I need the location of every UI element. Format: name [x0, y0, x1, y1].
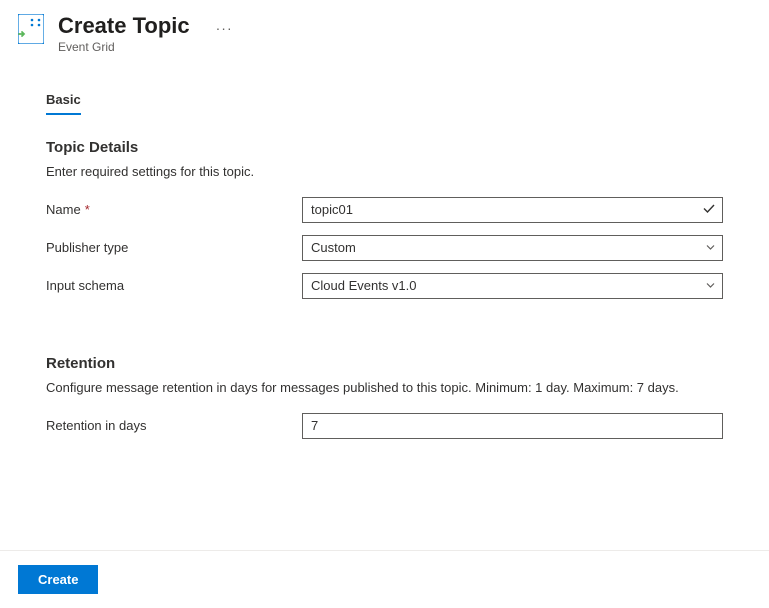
topic-details-heading: Topic Details [46, 139, 723, 156]
page-subtitle: Event Grid [58, 40, 190, 54]
name-label-text: Name [46, 202, 81, 217]
name-label: Name * [46, 202, 302, 217]
name-input[interactable] [302, 197, 723, 223]
retention-description: Configure message retention in days for … [46, 380, 723, 395]
row-name: Name * [46, 197, 723, 223]
more-icon[interactable]: ··· [216, 20, 233, 36]
input-schema-select[interactable]: Cloud Events v1.0 [302, 273, 723, 299]
required-indicator: * [85, 202, 90, 217]
check-icon [702, 201, 716, 218]
footer-bar: Create [0, 550, 769, 608]
retention-days-label: Retention in days [46, 418, 302, 433]
topic-details-description: Enter required settings for this topic. [46, 164, 723, 179]
section-retention: Retention Configure message retention in… [46, 355, 723, 439]
row-publisher-type: Publisher type Custom [46, 235, 723, 261]
retention-days-input[interactable] [302, 413, 723, 439]
page-title: Create Topic [58, 12, 190, 40]
tabs-bar: Basic [0, 92, 769, 115]
create-button[interactable]: Create [18, 565, 98, 594]
header-text-block: Create Topic Event Grid [58, 12, 190, 54]
form-content: Topic Details Enter required settings fo… [0, 115, 769, 439]
publisher-type-select[interactable]: Custom [302, 235, 723, 261]
publisher-type-label: Publisher type [46, 240, 302, 255]
page-header: Create Topic Event Grid ··· [0, 0, 769, 62]
tab-basic[interactable]: Basic [46, 92, 81, 115]
event-grid-icon [18, 14, 44, 44]
section-topic-details: Topic Details Enter required settings fo… [46, 139, 723, 299]
row-retention-days: Retention in days [46, 413, 723, 439]
row-input-schema: Input schema Cloud Events v1.0 [46, 273, 723, 299]
input-schema-label: Input schema [46, 278, 302, 293]
retention-heading: Retention [46, 355, 723, 372]
